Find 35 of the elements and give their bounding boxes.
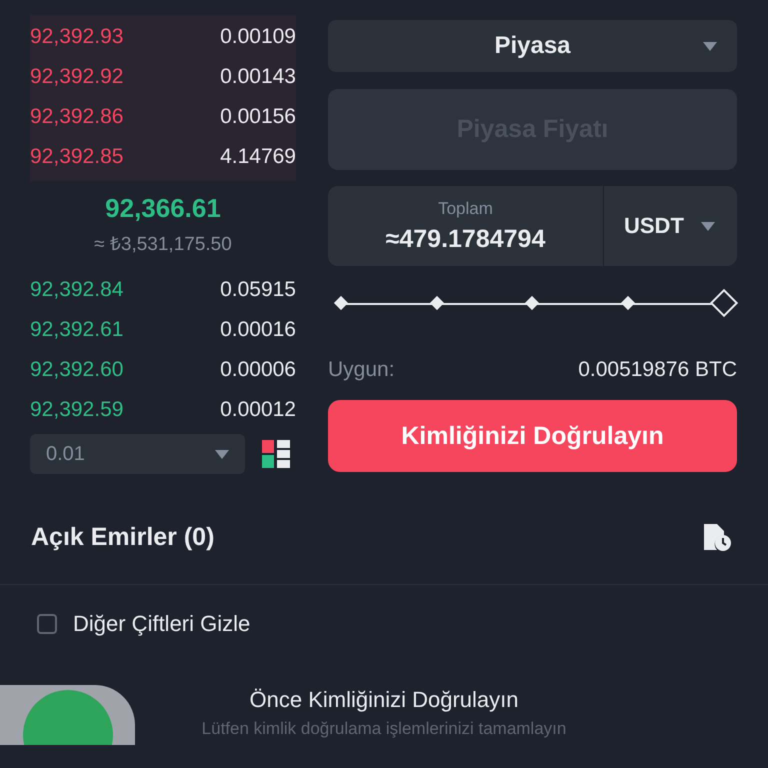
unit-dropdown[interactable]: USDT <box>604 213 737 239</box>
bid-price[interactable]: 92,392.84 <box>30 278 124 302</box>
caret-icon <box>215 450 229 458</box>
order-history-icon[interactable] <box>702 522 732 552</box>
available-label: Uygun: <box>328 358 395 382</box>
ask-amount: 0.00109 <box>220 25 296 49</box>
checkbox-label[interactable]: Diğer Çiftleri Gizle <box>73 611 250 637</box>
fiat-price: ≈ ₺3,531,175.50 <box>94 233 232 256</box>
caret-icon <box>701 222 715 230</box>
empty-state-title: Önce Kimliğinizi Doğrulayın <box>248 687 520 713</box>
verify-button[interactable]: Kimliğinizi Doğrulayın <box>328 400 737 472</box>
order-type-dropdown[interactable]: Piyasa <box>328 20 737 72</box>
ask-price[interactable]: 92,392.85 <box>30 145 124 169</box>
ask-price[interactable]: 92,392.92 <box>30 65 124 89</box>
bid-price[interactable]: 92,392.60 <box>30 358 124 382</box>
precision-dropdown[interactable]: 0.01 <box>30 434 245 474</box>
checkbox[interactable] <box>37 614 57 634</box>
ask-price[interactable]: 92,392.86 <box>30 105 124 129</box>
section-title: Açık Emirler (0) <box>31 522 214 552</box>
ask-amount: 0.00156 <box>220 105 296 129</box>
caret-icon <box>703 42 717 51</box>
bid-amount: 0.00006 <box>220 358 296 382</box>
ask-amount: 4.14769 <box>220 145 296 169</box>
bid-price[interactable]: 92,392.59 <box>30 398 124 422</box>
bid-price[interactable]: 92,392.61 <box>30 318 124 342</box>
available-value: 0.00519876 BTC <box>578 358 737 382</box>
ask-price[interactable]: 92,392.93 <box>30 25 124 49</box>
layout-icon[interactable] <box>262 440 290 468</box>
empty-state-text: Lütfen kimlik doğrulama işlemlerinizi tamamlayın <box>200 719 568 739</box>
bid-amount: 0.00016 <box>220 318 296 342</box>
last-price: 92,366.61 <box>105 193 221 224</box>
bid-amount: 0.00012 <box>220 398 296 422</box>
ask-amount: 0.00143 <box>220 65 296 89</box>
bid-amount: 0.05915 <box>220 278 296 302</box>
total-field[interactable]: Toplam ≈479.1784794 USDT <box>328 186 737 266</box>
